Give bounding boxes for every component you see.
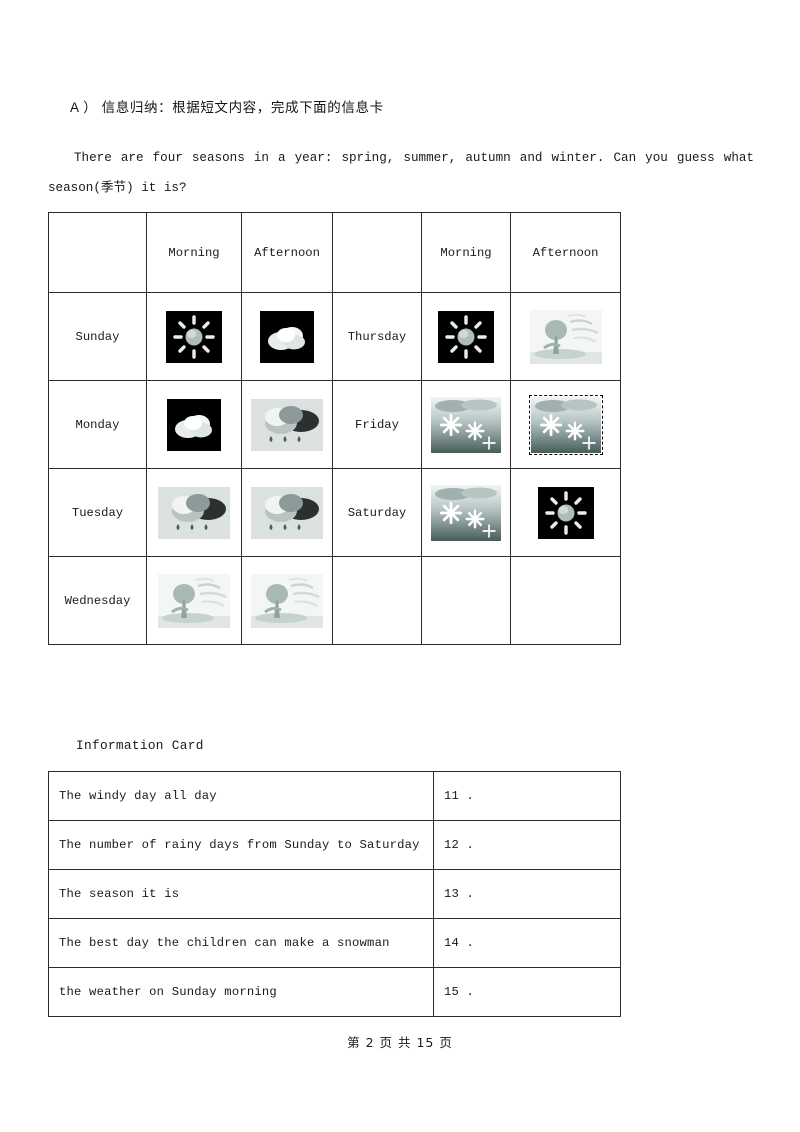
weather-cell-empty-morning [421,556,511,645]
rain-icon [158,486,230,539]
info-label-cell: the weather on Sunday morning [48,967,434,1017]
info-answer-cell[interactable]: 15 . [433,967,621,1017]
table-header-row: Morning Afternoon Morning Afternoon [48,212,621,293]
sun-icon [537,486,594,539]
day-cell-sunday: Sunday [48,292,147,381]
weather-cell-wednesday-afternoon [241,556,333,645]
cloud-icon [260,310,314,363]
info-label-cell: The windy day all day [48,771,434,821]
weather-cell-empty-afternoon [510,556,621,645]
passage-line-1: There are four seasons in a year: spring… [74,151,754,165]
weather-cell-thursday-morning [421,292,511,381]
info-answer-cell[interactable]: 11 . [433,771,621,821]
header-cell-morning-right: Morning [421,212,511,293]
header-cell-morning-left: Morning [146,212,242,293]
weather-cell-friday-afternoon [510,380,621,469]
day-cell-wednesday: Wednesday [48,556,147,645]
snow-icon [431,484,501,541]
sun-icon [166,310,222,363]
cloud-icon [167,398,221,451]
day-cell-monday: Monday [48,380,147,469]
day-cell-friday: Friday [332,380,422,469]
weather-cell-tuesday-afternoon [241,468,333,557]
header-cell-afternoon-left: Afternoon [241,212,333,293]
table-row: The windy day all day 11 . [48,771,621,821]
snow-icon-selected[interactable] [528,394,603,455]
weather-cell-sunday-morning [146,292,242,381]
header-cell-blank-left [48,212,147,293]
table-row: Wednesday [48,556,621,645]
header-cell-afternoon-right: Afternoon [510,212,621,293]
header-cell-blank-right [332,212,422,293]
table-row: The best day the children can make a sno… [48,918,621,968]
weather-cell-sunday-afternoon [241,292,333,381]
day-cell-thursday: Thursday [332,292,422,381]
information-card-table: The windy day all day 11 . The number of… [48,771,621,1017]
page-footer: 第 2 页 共 15 页 [347,1035,453,1050]
table-row: Monday Friday [48,380,621,469]
info-answer-cell[interactable]: 13 . [433,869,621,919]
passage-line-2: season(季节) it is? [48,181,187,195]
information-card-title: Information Card [76,738,204,753]
weather-cell-saturday-morning [421,468,511,557]
section-prompt: A ） 信息归纳：根据短文内容，完成下面的信息卡 [70,96,384,116]
table-row: the weather on Sunday morning 15 . [48,967,621,1017]
table-row: The number of rainy days from Sunday to … [48,820,621,870]
rain-icon [251,486,323,539]
document-page: A ） 信息归纳：根据短文内容，完成下面的信息卡 There are four … [0,0,800,1132]
table-row: Tuesday Saturday [48,468,621,557]
windy-icon [251,573,323,628]
weather-cell-tuesday-morning [146,468,242,557]
sun-icon [438,310,494,363]
day-cell-tuesday: Tuesday [48,468,147,557]
info-answer-cell[interactable]: 12 . [433,820,621,870]
info-label-cell: The number of rainy days from Sunday to … [48,820,434,870]
weather-cell-monday-morning [146,380,242,469]
prompt-text: 信息归纳：根据短文内容，完成下面的信息卡 [101,100,384,116]
snow-icon [431,396,501,453]
weather-cell-thursday-afternoon [510,292,621,381]
rain-icon [251,398,323,451]
day-cell-saturday: Saturday [332,468,422,557]
table-row: Sunday Thursday [48,292,621,381]
weather-cell-wednesday-morning [146,556,242,645]
weather-cell-monday-afternoon [241,380,333,469]
info-answer-cell[interactable]: 14 . [433,918,621,968]
day-cell-empty [332,556,422,645]
weather-cell-saturday-afternoon [510,468,621,557]
info-label-cell: The best day the children can make a sno… [48,918,434,968]
passage-paragraph: There are four seasons in a year: spring… [48,143,754,203]
windy-icon [529,309,602,364]
info-label-cell: The season it is [48,869,434,919]
prompt-label: A ） [70,100,98,115]
windy-icon [158,573,230,628]
weather-schedule-table: Morning Afternoon Morning Afternoon Sund… [48,212,621,645]
weather-cell-friday-morning [421,380,511,469]
table-row: The season it is 13 . [48,869,621,919]
